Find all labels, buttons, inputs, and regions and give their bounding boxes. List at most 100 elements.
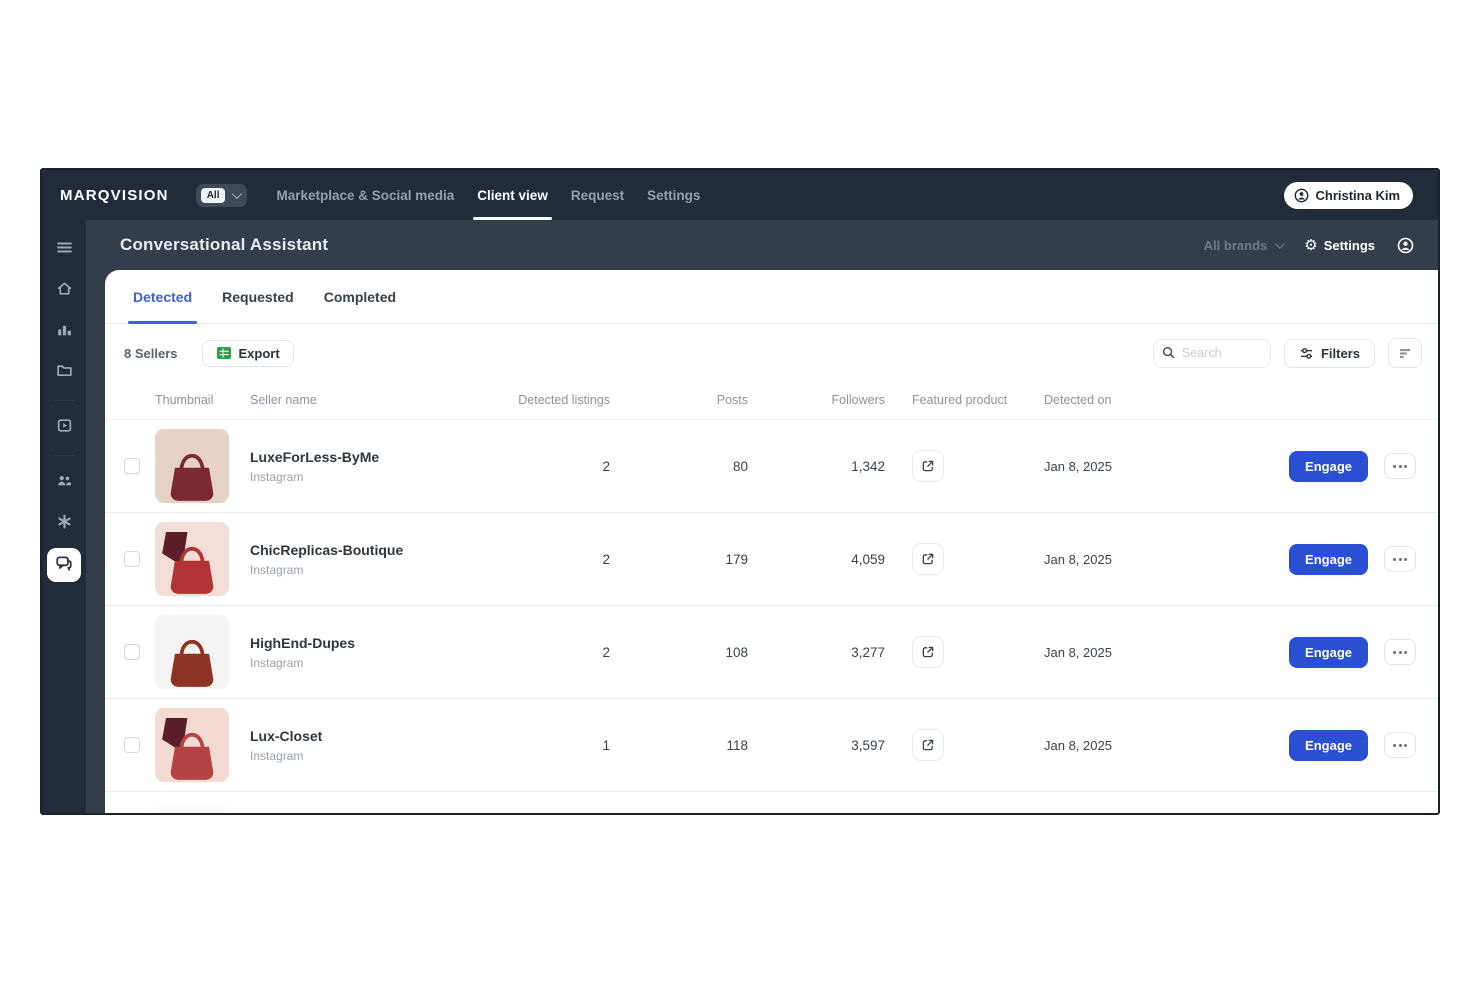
home-icon [56,280,73,302]
row-more-options-button[interactable] [1384,639,1416,665]
left-sidebar [42,220,86,813]
detected-on-value: Jan 8, 2025 [1044,737,1112,753]
featured-product-link-button[interactable] [912,636,944,668]
settings-button[interactable]: ⚙ Settings [1304,235,1375,254]
seller-name: LuxeForLess-ByMe [250,448,380,465]
tab-completed[interactable]: Completed [319,270,401,323]
header-detected-listings: Detected listings [518,392,610,407]
followers-value: 1,342 [851,458,885,474]
more-options-icon [1393,743,1407,747]
sellers-count: 8 Sellers [124,345,178,361]
nav-settings[interactable]: Settings [645,170,702,220]
seller-thumbnail[interactable] [155,429,229,503]
sidebar-item-analytics[interactable] [47,315,81,349]
featured-product-link-button[interactable] [912,543,944,575]
detected-on-value: Jan 8, 2025 [1044,458,1112,474]
main-area: Conversational Assistant All brands ⚙ Se… [86,220,1438,813]
sidebar-item-menu[interactable] [47,233,81,267]
export-label: Export [238,345,280,361]
external-link-icon [921,645,935,659]
engage-button[interactable]: Engage [1289,450,1368,482]
seller-platform: Instagram [250,469,304,484]
tab-bar: Detected Requested Completed [105,270,1438,324]
header-featured-product: Featured product [912,392,1008,407]
engage-button[interactable]: Engage [1289,636,1368,668]
brand-selector[interactable]: All brands [1203,237,1286,253]
org-selector[interactable]: All [195,183,248,207]
engage-button[interactable]: Engage [1289,543,1368,575]
sidebar-item-conversations[interactable] [47,548,81,582]
detected-listings-value: 2 [602,551,610,567]
featured-product-link-button[interactable] [912,729,944,761]
detected-listings-value: 2 [602,644,610,660]
spreadsheet-icon [216,346,232,360]
header-posts: Posts [716,392,748,407]
featured-product-link-button[interactable] [912,450,944,482]
sidebar-divider [54,400,74,401]
nav-marketplace-social-media[interactable]: Marketplace & Social media [274,170,456,220]
seller-platform: Instagram [250,748,304,763]
sidebar-item-home[interactable] [47,274,81,308]
settings-label: Settings [1323,237,1375,253]
more-options-icon [1393,464,1407,468]
sort-button[interactable] [1388,338,1422,368]
followers-value: 3,597 [851,737,885,753]
row-more-options-button[interactable] [1384,732,1416,758]
sidebar-item-media[interactable] [47,411,81,445]
detected-listings-value: 2 [602,458,610,474]
posts-value: 80 [732,458,748,474]
seller-thumbnail[interactable] [155,615,229,689]
row-checkbox[interactable] [124,737,140,753]
followers-value: 3,277 [851,644,885,660]
row-more-options-button[interactable] [1384,453,1416,479]
filters-button[interactable]: Filters [1283,338,1375,368]
more-options-icon [1393,650,1407,654]
bar-chart-icon [56,321,73,343]
seller-thumbnail[interactable] [155,708,229,782]
filters-label: Filters [1320,345,1360,361]
profile-button[interactable] [1397,237,1414,254]
seller-name: Lux-Closet [250,727,323,744]
posts-value: 179 [725,551,748,567]
nav-client-view[interactable]: Client view [473,170,552,220]
seller-name: ChicReplicas-Boutique [250,541,404,558]
seller-thumbnail[interactable] [155,522,229,596]
user-account-button[interactable]: Christina Kim [1284,181,1413,209]
chevron-down-icon [1275,238,1286,249]
seller-platform: Instagram [250,655,304,670]
user-name-label: Christina Kim [1315,187,1400,203]
nav-request[interactable]: Request [569,170,626,220]
sidebar-divider [54,455,74,456]
sidebar-item-automation[interactable] [47,507,81,541]
sort-icon [1399,348,1412,359]
table-row: HighEnd-Dupes Instagram 2 108 3,277 Jan … [105,606,1438,699]
page-title: Conversational Assistant [120,235,329,254]
row-checkbox[interactable] [124,458,140,474]
table-row: Lux-Closet Instagram 1 118 3,597 Jan 8, … [105,699,1438,792]
row-checkbox[interactable] [124,644,140,660]
folder-icon [56,362,73,384]
external-link-icon [921,738,935,752]
external-link-icon [921,459,935,473]
posts-value: 108 [725,644,748,660]
table-header-row: Thumbnail Seller name Detected listings … [105,380,1438,420]
chat-icon [55,554,73,577]
brand-selector-label: All brands [1203,237,1268,253]
content-card: Detected Requested Completed 8 Sellers E… [105,270,1438,813]
video-icon [56,417,73,439]
users-icon [56,472,73,494]
chevron-down-icon [232,188,243,199]
table-row-partial [105,792,1438,813]
engage-button[interactable]: Engage [1289,729,1368,761]
gear-icon: ⚙ [1304,235,1318,254]
sidebar-item-projects[interactable] [47,356,81,390]
seller-name: HighEnd-Dupes [250,634,355,651]
tab-detected[interactable]: Detected [128,270,198,324]
export-button[interactable]: Export [201,339,294,367]
sidebar-item-team[interactable] [47,466,81,500]
row-checkbox[interactable] [124,551,140,567]
app-window: MARQVISION All Marketplace & Social medi… [40,168,1440,815]
tab-requested[interactable]: Requested [217,270,299,323]
row-more-options-button[interactable] [1384,546,1416,572]
detected-listings-value: 1 [602,737,610,753]
